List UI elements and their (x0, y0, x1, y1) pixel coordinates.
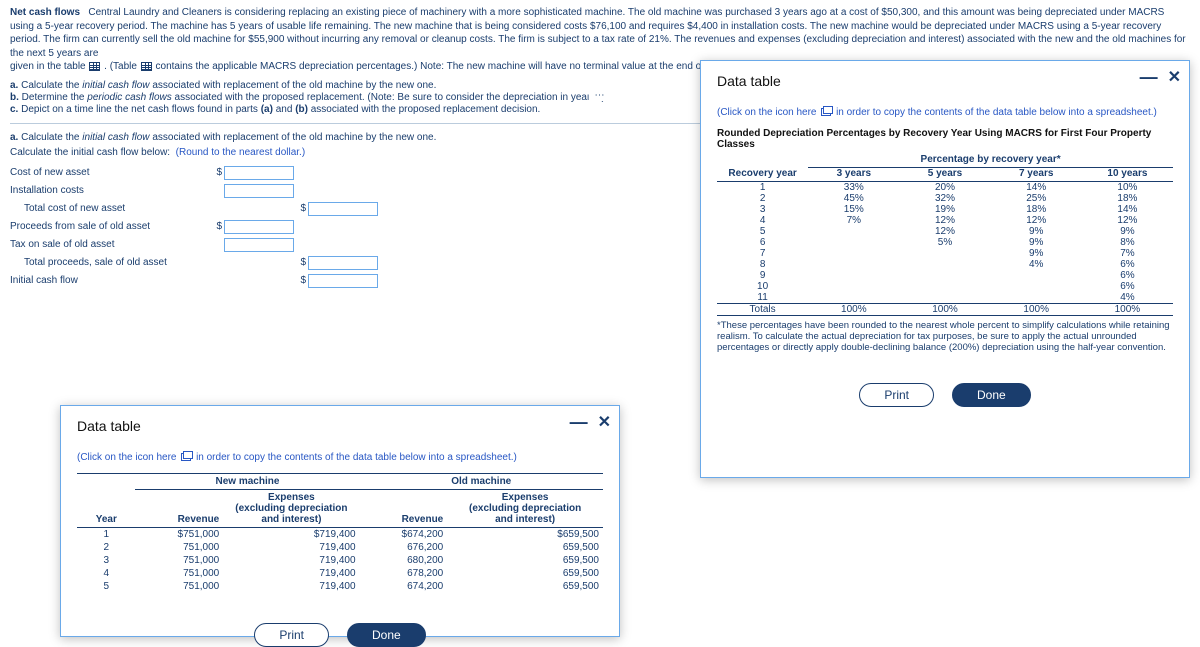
table-row: 47%12%12%12% (717, 215, 1173, 226)
problem-para: Central Laundry and Cleaners is consider… (10, 7, 1186, 59)
table-row: 512%9%9% (717, 226, 1173, 237)
done-button-1[interactable]: Done (347, 623, 426, 647)
modal-1-title: Data table (77, 418, 603, 434)
input-cost-new-asset[interactable] (224, 166, 294, 180)
table-row: 65%9%8% (717, 237, 1173, 248)
input-tax-sale-old[interactable] (224, 238, 294, 252)
hdr-old-machine: Old machine (359, 474, 603, 490)
revenue-expense-table: New machine Old machine Year Revenue Exp… (77, 473, 603, 593)
modal-1-copy-instr: (Click on the icon here in order to copy… (77, 452, 603, 463)
table-row: 2751,000719,400676,200659,500 (77, 541, 603, 554)
done-button-2[interactable]: Done (952, 383, 1031, 407)
input-proceeds-sale-old[interactable] (224, 220, 294, 234)
table-link-icon-2[interactable] (141, 62, 152, 71)
modal-2-title: Data table (717, 73, 1173, 89)
table-row: 106% (717, 281, 1173, 292)
row-cost-new-asset: Cost of new asset (10, 167, 210, 178)
lead-label: Net cash flows (10, 7, 80, 18)
row-tax-sale-old: Tax on sale of old asset (10, 239, 210, 250)
row-initial-cf: Initial cash flow (10, 275, 210, 286)
table-row: 1$751,000$719,400$674,200$659,500 (77, 528, 603, 541)
macrs-footnote: *These percentages have been rounded to … (717, 320, 1173, 353)
table-link-icon-1[interactable] (89, 62, 100, 71)
table-row: 133%20%14%10% (717, 182, 1173, 193)
macrs-table: Percentage by recovery year* Recovery ye… (717, 154, 1173, 316)
minimize-icon-2[interactable]: — (1140, 72, 1158, 82)
table-row: 3751,000719,400680,200659,500 (77, 554, 603, 567)
hdr-new-machine: New machine (135, 474, 359, 490)
given-1: given in the table (10, 61, 88, 72)
row-install-costs: Installation costs (10, 185, 210, 196)
print-button-1[interactable]: Print (254, 623, 329, 647)
macrs-heading: Rounded Depreciation Percentages by Reco… (717, 128, 1173, 150)
given-3: contains the applicable MACRS depreciati… (156, 61, 743, 72)
table-row: 84%6% (717, 259, 1173, 270)
data-table-modal-2: — ✕ Data table (Click on the icon here i… (700, 60, 1190, 478)
copy-icon-2[interactable] (821, 108, 831, 116)
close-icon-2[interactable]: ✕ (1168, 67, 1181, 87)
input-install-costs[interactable] (224, 184, 294, 198)
table-row: 79%7% (717, 248, 1173, 259)
row-total-cost-new: Total cost of new asset (10, 203, 210, 214)
given-2: . (Table (104, 61, 140, 72)
modal-2-copy-instr: (Click on the icon here in order to copy… (717, 107, 1173, 118)
row-total-proceeds-old: Total proceeds, sale of old asset (10, 257, 210, 268)
copy-icon[interactable] (181, 453, 191, 461)
table-row: 96% (717, 270, 1173, 281)
input-total-cost-new[interactable] (308, 202, 378, 216)
print-button-2[interactable]: Print (859, 383, 934, 407)
table-row: 4751,000719,400678,200659,500 (77, 567, 603, 580)
row-proceeds-sale-old: Proceeds from sale of old asset (10, 221, 210, 232)
data-table-modal-1: — ✕ Data table (Click on the icon here i… (60, 405, 620, 637)
table-row: 5751,000719,400674,200659,500 (77, 580, 603, 593)
table-row: 114% (717, 292, 1173, 303)
table-row: 315%19%18%14% (717, 204, 1173, 215)
input-initial-cash-flow[interactable] (308, 274, 378, 288)
table-row: 245%32%25%18% (717, 193, 1173, 204)
close-icon[interactable]: ✕ (598, 412, 611, 432)
minimize-icon[interactable]: — (570, 417, 588, 427)
input-total-proceeds-old[interactable] (308, 256, 378, 270)
